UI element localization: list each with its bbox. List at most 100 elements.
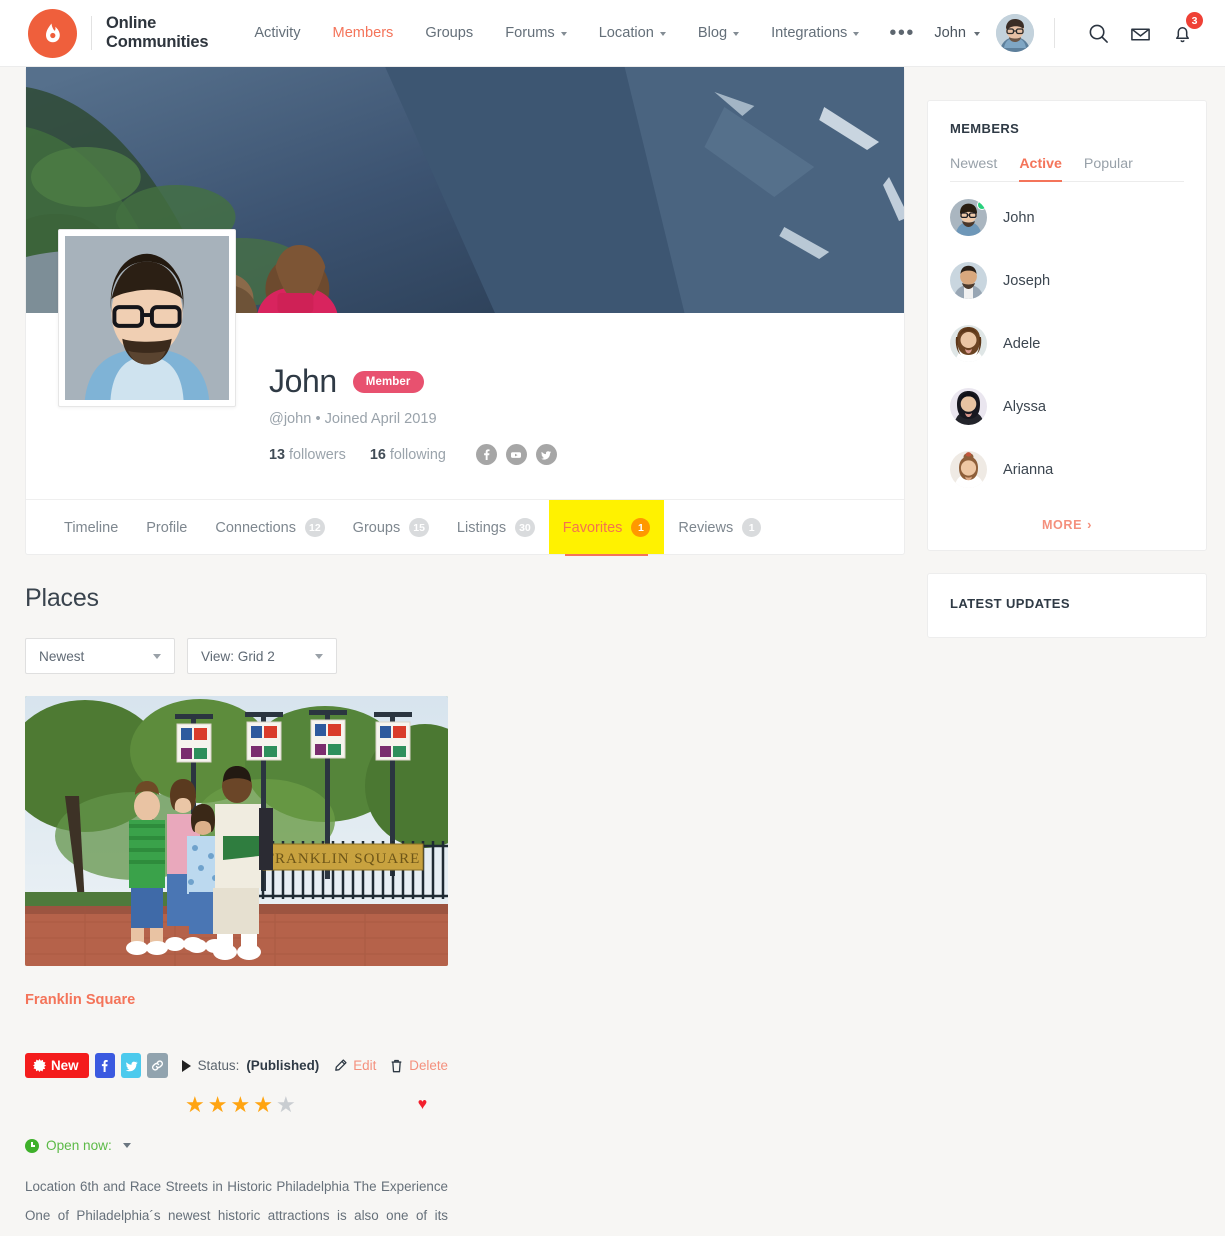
star-icon: ★ — [230, 1092, 251, 1117]
chevron-down-icon — [733, 32, 740, 36]
listing-card: FRANKLIN SQUARE Franklin Square New Stat… — [25, 696, 448, 1236]
edit-label: Edit — [353, 1058, 377, 1073]
bell-icon[interactable]: 3 — [1165, 12, 1203, 50]
user-menu-label: John — [934, 25, 966, 41]
search-icon[interactable] — [1081, 16, 1115, 50]
nav-label: Blog — [697, 25, 728, 41]
inbox-icon[interactable] — [1123, 16, 1157, 50]
members-widget: MEMBERS Newest Active Popular John Josep… — [927, 100, 1207, 551]
tab-label: Connections — [215, 519, 296, 536]
nav-label: Location — [598, 25, 654, 41]
status-value: (Published) — [246, 1058, 320, 1073]
tab-listings[interactable]: Listings 30 — [443, 500, 549, 554]
heart-icon[interactable]: ♥ — [418, 1096, 428, 1114]
starburst-icon — [33, 1059, 46, 1072]
followers-stat[interactable]: 13 followers — [269, 447, 346, 463]
members-tab-popular[interactable]: Popular — [1084, 156, 1133, 181]
nav-item-blog[interactable]: Blog — [682, 17, 755, 49]
pencil-icon — [335, 1058, 347, 1071]
twitter-icon[interactable] — [535, 444, 557, 465]
nav-item-activity[interactable]: Activity — [238, 17, 316, 49]
star-icon: ★ — [253, 1092, 273, 1117]
tab-timeline[interactable]: Timeline — [50, 500, 132, 554]
list-item[interactable]: Arianna — [950, 438, 1184, 501]
listing-rating-row: ★ ★ ★ ★ ★ ♥ — [25, 1094, 448, 1116]
profile-body: John Member @john • Joined April 2019 13… — [26, 229, 904, 556]
avatar — [950, 262, 987, 299]
sort-select[interactable]: Newest — [25, 638, 175, 674]
latest-updates-title: LATEST UPDATES — [950, 596, 1070, 611]
active-tab-underline — [564, 554, 649, 556]
avatar — [950, 325, 987, 362]
page-body: John Member @john • Joined April 2019 13… — [0, 67, 1225, 1236]
nav-item-integrations[interactable]: Integrations — [755, 17, 875, 49]
brand-divider — [91, 16, 92, 50]
chevron-right-icon: › — [1087, 517, 1093, 532]
members-more-link[interactable]: MORE › — [950, 517, 1184, 532]
tab-count: 1 — [742, 518, 762, 537]
list-item[interactable]: Alyssa — [950, 375, 1184, 438]
share-link-icon[interactable] — [147, 1053, 168, 1078]
list-item[interactable]: John — [950, 186, 1184, 249]
list-item[interactable]: Adele — [950, 312, 1184, 375]
nav-item-members[interactable]: Members — [317, 17, 410, 49]
share-facebook-icon[interactable] — [94, 1053, 115, 1078]
profile-tabs: Timeline Profile Connections 12 Groups 15 … — [26, 499, 904, 556]
youtube-icon[interactable] — [505, 444, 527, 465]
chevron-down-icon — [153, 653, 161, 659]
latest-updates-widget: LATEST UPDATES — [927, 573, 1207, 638]
list-item[interactable]: Joseph — [950, 249, 1184, 312]
chevron-down-icon — [122, 1143, 131, 1148]
profile-avatar[interactable] — [58, 229, 236, 407]
tab-label: Newest — [950, 156, 998, 172]
status-label: Status: — [197, 1058, 240, 1073]
listing-thumbnail[interactable]: FRANKLIN SQUARE — [25, 696, 448, 966]
following-stat[interactable]: 16 following — [370, 447, 446, 463]
star-rating[interactable]: ★ ★ ★ ★ ★ — [185, 1094, 296, 1116]
nav-overflow-button[interactable]: ••• — [875, 23, 929, 43]
view-select-value: View: Grid 2 — [201, 648, 275, 664]
nav-item-groups[interactable]: Groups — [409, 17, 489, 49]
tab-label: Popular — [1083, 156, 1133, 172]
members-tab-active[interactable]: Active — [1019, 156, 1062, 182]
user-menu[interactable]: John — [934, 14, 1034, 52]
avatar — [950, 388, 987, 425]
tab-connections[interactable]: Connections 12 — [201, 500, 338, 554]
brand-logo[interactable]: Online Communities — [28, 8, 209, 58]
members-tab-newest[interactable]: Newest — [950, 156, 997, 181]
open-now-toggle[interactable]: Open now: — [25, 1138, 448, 1153]
tab-reviews[interactable]: Reviews 1 — [664, 500, 775, 554]
avatar[interactable] — [996, 14, 1034, 52]
site-header: Online Communities Activity Members Grou… — [0, 0, 1225, 67]
following-count: 16 — [369, 446, 386, 463]
view-select[interactable]: View: Grid 2 — [187, 638, 337, 674]
more-label: MORE — [1041, 518, 1083, 532]
delete-button[interactable]: Delete — [390, 1058, 448, 1073]
member-name: Adele — [1003, 335, 1041, 352]
listing-title[interactable]: Franklin Square — [25, 992, 448, 1008]
tab-count: 30 — [515, 518, 535, 537]
tab-favorites[interactable]: Favorites 1 — [548, 500, 665, 556]
facebook-icon[interactable] — [475, 444, 497, 465]
tab-profile[interactable]: Profile — [132, 500, 201, 554]
edit-button[interactable]: Edit — [333, 1058, 376, 1073]
new-button[interactable]: New — [25, 1053, 89, 1078]
nav-item-location[interactable]: Location — [583, 17, 682, 49]
online-status-dot — [977, 200, 987, 210]
header-right-controls: John 3 — [934, 12, 1203, 52]
nav-label: Forums — [505, 25, 555, 41]
section-title: Places — [25, 584, 99, 612]
chevron-down-icon — [315, 653, 323, 659]
excerpt-text: Location 6th and Race Streets in Histori… — [25, 1179, 448, 1223]
members-widget-title: MEMBERS — [950, 121, 1020, 136]
nav-item-forums[interactable]: Forums — [489, 17, 582, 49]
trash-icon — [391, 1059, 402, 1072]
main-navigation: Activity Members Groups Forums Location … — [238, 17, 929, 49]
tab-groups[interactable]: Groups 15 — [339, 500, 443, 554]
avatar — [950, 199, 987, 236]
open-now-label: Open now: — [46, 1138, 112, 1153]
share-twitter-icon[interactable] — [120, 1053, 142, 1078]
star-icon: ★ — [207, 1092, 228, 1117]
followers-count: 13 — [269, 446, 286, 463]
profile-social-links — [475, 444, 557, 465]
